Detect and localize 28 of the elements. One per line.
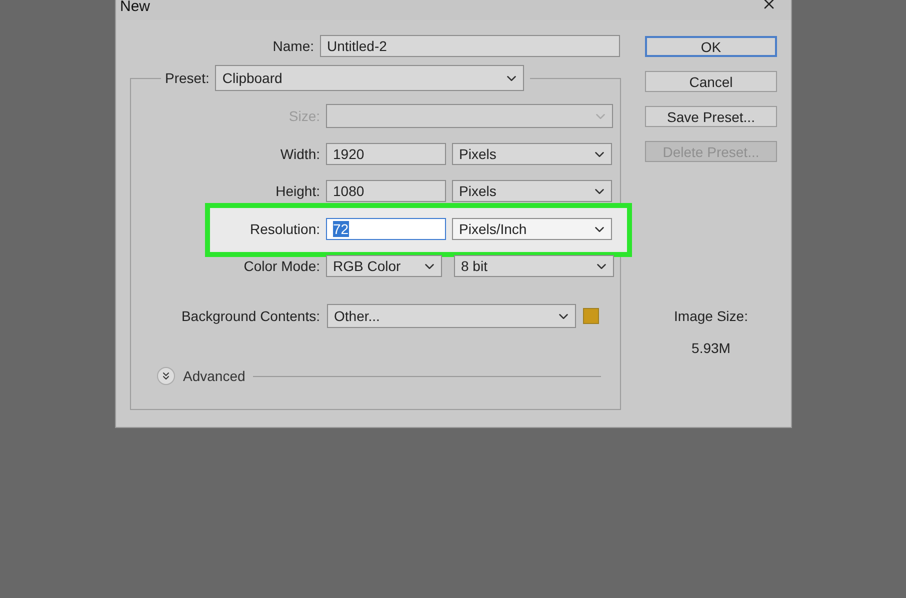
expand-button[interactable]	[157, 367, 175, 385]
field-label: Height:	[274, 183, 320, 199]
bit-depth-dropdown[interactable]: 8 bit	[454, 255, 614, 277]
field-label: Width:	[279, 146, 320, 162]
double-chevron-icon	[160, 370, 172, 382]
color-mode-dropdown[interactable]: RGB Color	[326, 255, 442, 277]
unit-dropdown[interactable]: Pixels	[452, 180, 612, 202]
unit-dropdown[interactable]: Pixels	[452, 143, 612, 165]
number-field[interactable]: 1920	[326, 143, 446, 165]
window-title: New	[120, 0, 150, 14]
field-label: Color Mode:	[242, 258, 320, 274]
preset-dropdown[interactable]: Clipboard	[215, 65, 524, 91]
field-label: Resolution:	[248, 221, 320, 237]
field-label: Background Contents:	[180, 308, 320, 324]
unit-dropdown[interactable]: Pixels/Inch	[452, 218, 612, 240]
number-field[interactable]: 1080	[326, 180, 446, 202]
field-label: Preset:	[165, 70, 210, 86]
image-size-value: 5.93M	[690, 340, 732, 356]
background-dropdown[interactable]: Other...	[327, 304, 576, 328]
image-size-label: Image Size:	[673, 308, 749, 324]
dialog-button[interactable]: Save Preset...	[645, 106, 777, 127]
section-label: Advanced	[183, 368, 246, 384]
number-field[interactable]: 72	[326, 218, 446, 240]
dialog-button[interactable]: Cancel	[645, 71, 777, 92]
name-field[interactable]: Untitled-2	[320, 35, 620, 57]
dialog-button[interactable]: OK	[645, 36, 777, 57]
field-label: Name:	[272, 38, 314, 54]
color-swatch[interactable]	[583, 308, 599, 324]
